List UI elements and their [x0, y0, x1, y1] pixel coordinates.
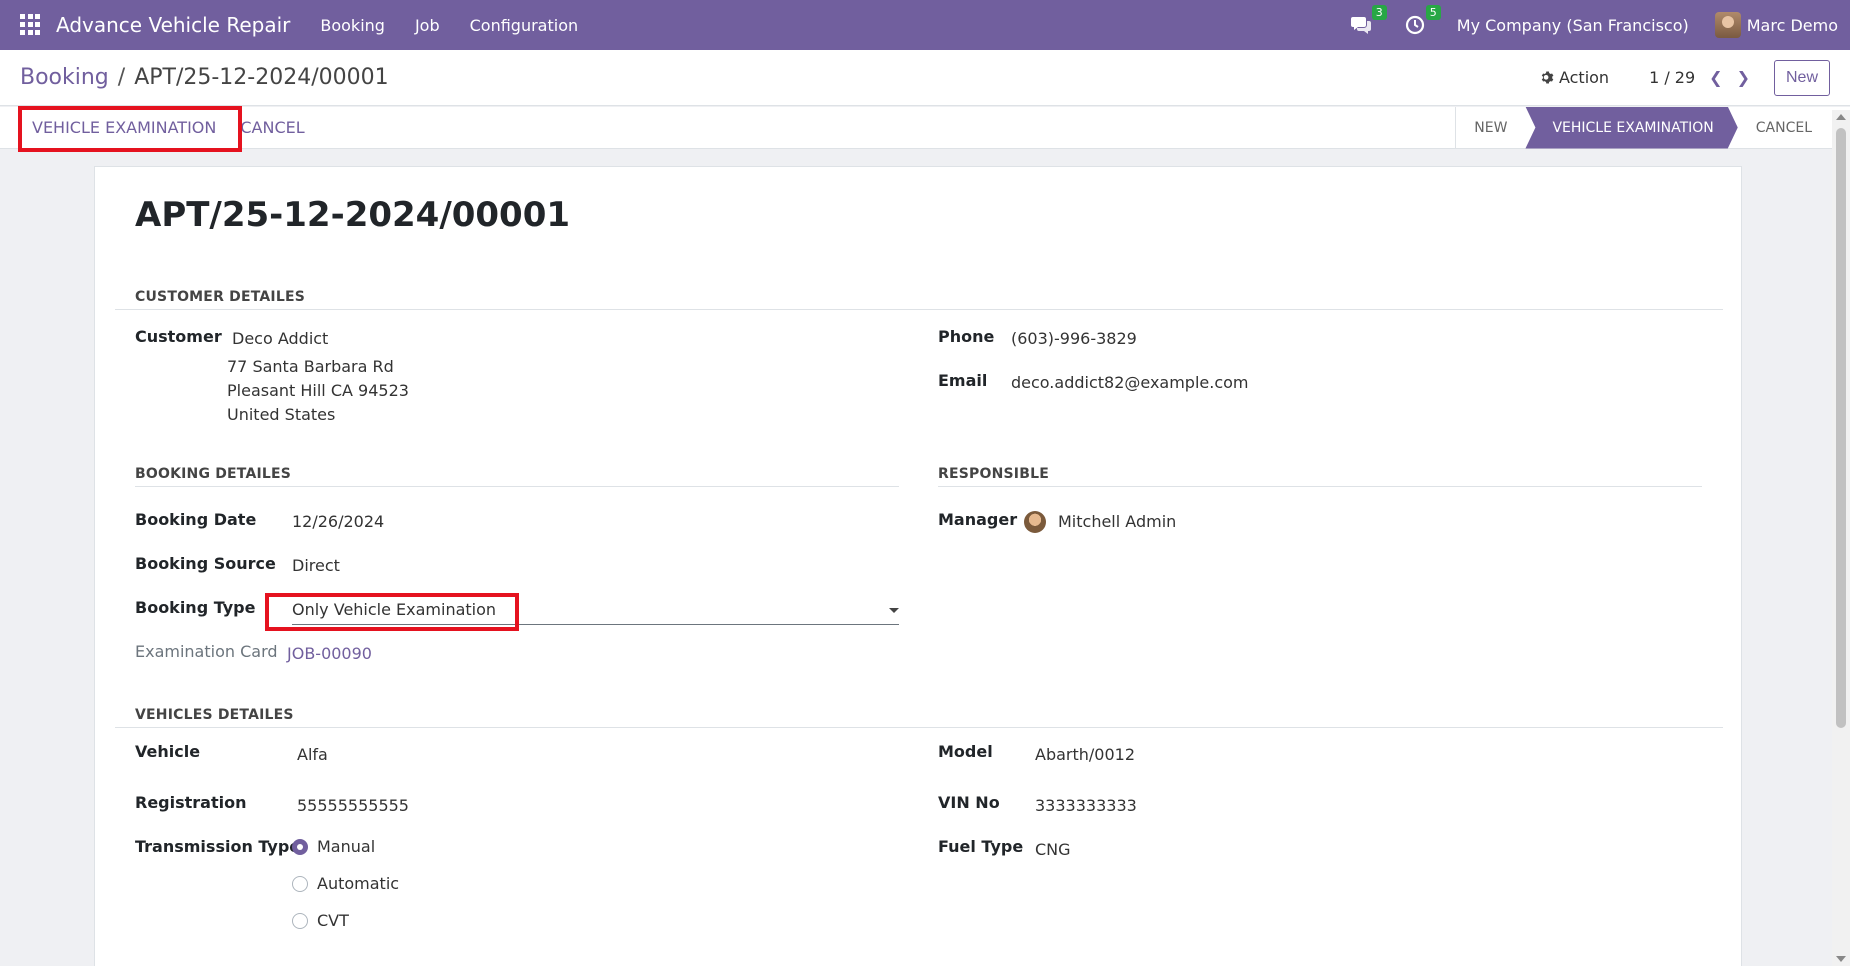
- breadcrumb-booking[interactable]: Booking: [20, 65, 109, 90]
- new-button[interactable]: New: [1773, 59, 1830, 96]
- phone-label: Phone: [938, 327, 995, 346]
- chat-icon: [1350, 17, 1371, 34]
- booking-section-title: BOOKING DETAILES: [135, 466, 292, 482]
- transmission-option-label: CVT: [317, 911, 349, 930]
- examination-card-label: Examination Card: [135, 642, 278, 661]
- vin-label: VIN No: [938, 793, 1000, 812]
- status-bar: VEHICLE EXAMINATION CANCEL NEW VEHICLE E…: [0, 106, 1850, 149]
- customer-name[interactable]: Deco Addict: [232, 329, 328, 348]
- phone-value[interactable]: (603)-996-3829: [1011, 329, 1137, 348]
- model-label: Model: [938, 742, 993, 761]
- messages-badge: 3: [1371, 5, 1387, 20]
- record-title: APT/25-12-2024/00001: [135, 195, 571, 235]
- user-name: Marc Demo: [1746, 15, 1838, 35]
- vin-value[interactable]: 3333333333: [1035, 796, 1137, 815]
- model-value[interactable]: Abarth/0012: [1035, 745, 1135, 764]
- action-button[interactable]: Action: [1540, 68, 1609, 87]
- form-sheet: APT/25-12-2024/00001 CUSTOMER DETAILES C…: [94, 166, 1742, 966]
- customer-section-divider: [115, 309, 1723, 310]
- radio-unchecked-icon: [292, 912, 308, 929]
- vehicle-label: Vehicle: [135, 742, 201, 761]
- menu-job[interactable]: Job: [415, 16, 440, 35]
- transmission-type-label: Transmission Type: [135, 837, 301, 856]
- registration-label: Registration: [135, 793, 247, 812]
- transmission-option-label: Manual: [317, 837, 376, 856]
- examination-card-link[interactable]: JOB-00090: [287, 644, 372, 663]
- user-menu[interactable]: Marc Demo: [1714, 12, 1838, 38]
- pager-value[interactable]: 1 / 29: [1649, 68, 1695, 87]
- pager-prev-icon[interactable]: ❮: [1709, 68, 1722, 87]
- manager-avatar: [1024, 511, 1046, 533]
- breadcrumb-separator: /: [117, 65, 126, 90]
- transmission-option-label: Automatic: [317, 874, 400, 893]
- responsible-section-divider: [938, 486, 1702, 487]
- vehicles-section-title: VEHICLES DETAILES: [135, 707, 294, 723]
- customer-label: Customer: [135, 327, 222, 346]
- scroll-up-icon[interactable]: [1836, 114, 1846, 120]
- breadcrumb-current: APT/25-12-2024/00001: [134, 65, 389, 90]
- fuel-type-label: Fuel Type: [938, 837, 1024, 856]
- fuel-type-value[interactable]: CNG: [1035, 840, 1071, 859]
- booking-date-label: Booking Date: [135, 510, 257, 529]
- scrollbar-thumb[interactable]: [1836, 128, 1846, 728]
- activities-button[interactable]: 5: [1403, 5, 1441, 37]
- booking-type-label: Booking Type: [135, 598, 256, 617]
- manager-value[interactable]: Mitchell Admin: [1058, 512, 1176, 531]
- transmission-option-cvt[interactable]: CVT: [292, 911, 349, 930]
- scrollbar[interactable]: [1832, 110, 1850, 966]
- transmission-option-manual[interactable]: Manual: [292, 837, 375, 856]
- customer-section-title: CUSTOMER DETAILES: [135, 289, 305, 305]
- stage-pipeline: NEW VEHICLE EXAMINATION CANCEL: [1455, 106, 1830, 149]
- booking-type-select[interactable]: Only Vehicle Examination: [292, 598, 899, 625]
- activities-badge: 5: [1425, 5, 1441, 20]
- booking-source-label: Booking Source: [135, 554, 276, 573]
- cancel-button[interactable]: CANCEL: [228, 107, 316, 149]
- customer-address-line3: United States: [227, 405, 336, 424]
- radio-unchecked-icon: [292, 875, 308, 892]
- clock-icon: [1405, 15, 1424, 35]
- company-switcher[interactable]: My Company (San Francisco): [1457, 16, 1689, 35]
- transmission-option-automatic[interactable]: Automatic: [292, 874, 399, 893]
- booking-date-value[interactable]: 12/26/2024: [292, 512, 384, 531]
- menu-configuration[interactable]: Configuration: [470, 16, 579, 35]
- booking-source-value[interactable]: Direct: [292, 556, 340, 575]
- booking-section-divider: [135, 486, 899, 487]
- email-label: Email: [938, 371, 988, 390]
- radio-checked-icon: [292, 838, 308, 855]
- control-panel: Booking / APT/25-12-2024/00001 Action 1 …: [0, 50, 1850, 106]
- app-grid-icon[interactable]: [20, 14, 42, 36]
- customer-address-line1: 77 Santa Barbara Rd: [227, 357, 394, 376]
- top-navbar: Advance Vehicle Repair Booking Job Confi…: [0, 0, 1850, 50]
- vehicle-examination-button[interactable]: VEHICLE EXAMINATION: [20, 107, 228, 149]
- vehicle-value[interactable]: Alfa: [297, 745, 328, 764]
- registration-value[interactable]: 55555555555: [297, 796, 409, 815]
- stage-new[interactable]: NEW: [1456, 107, 1525, 149]
- messages-button[interactable]: 3: [1349, 5, 1387, 37]
- chevron-down-icon: [889, 608, 899, 613]
- action-label: Action: [1558, 68, 1610, 87]
- stage-cancel[interactable]: CANCEL: [1738, 107, 1830, 149]
- responsible-section-title: RESPONSIBLE: [938, 466, 1049, 482]
- user-avatar: [1714, 12, 1741, 38]
- breadcrumb: Booking / APT/25-12-2024/00001: [20, 65, 389, 90]
- stage-vehicle-examination[interactable]: VEHICLE EXAMINATION: [1525, 107, 1737, 149]
- gear-icon: [1541, 71, 1554, 84]
- email-value[interactable]: deco.addict82@example.com: [1011, 373, 1249, 392]
- menu-booking[interactable]: Booking: [320, 16, 385, 35]
- vehicles-section-divider: [115, 727, 1723, 728]
- app-name[interactable]: Advance Vehicle Repair: [56, 13, 290, 37]
- scroll-down-icon[interactable]: [1836, 956, 1846, 962]
- manager-label: Manager: [938, 510, 1018, 529]
- booking-type-value: Only Vehicle Examination: [292, 600, 497, 619]
- pager-next-icon[interactable]: ❯: [1737, 68, 1750, 87]
- customer-address-line2: Pleasant Hill CA 94523: [227, 381, 409, 400]
